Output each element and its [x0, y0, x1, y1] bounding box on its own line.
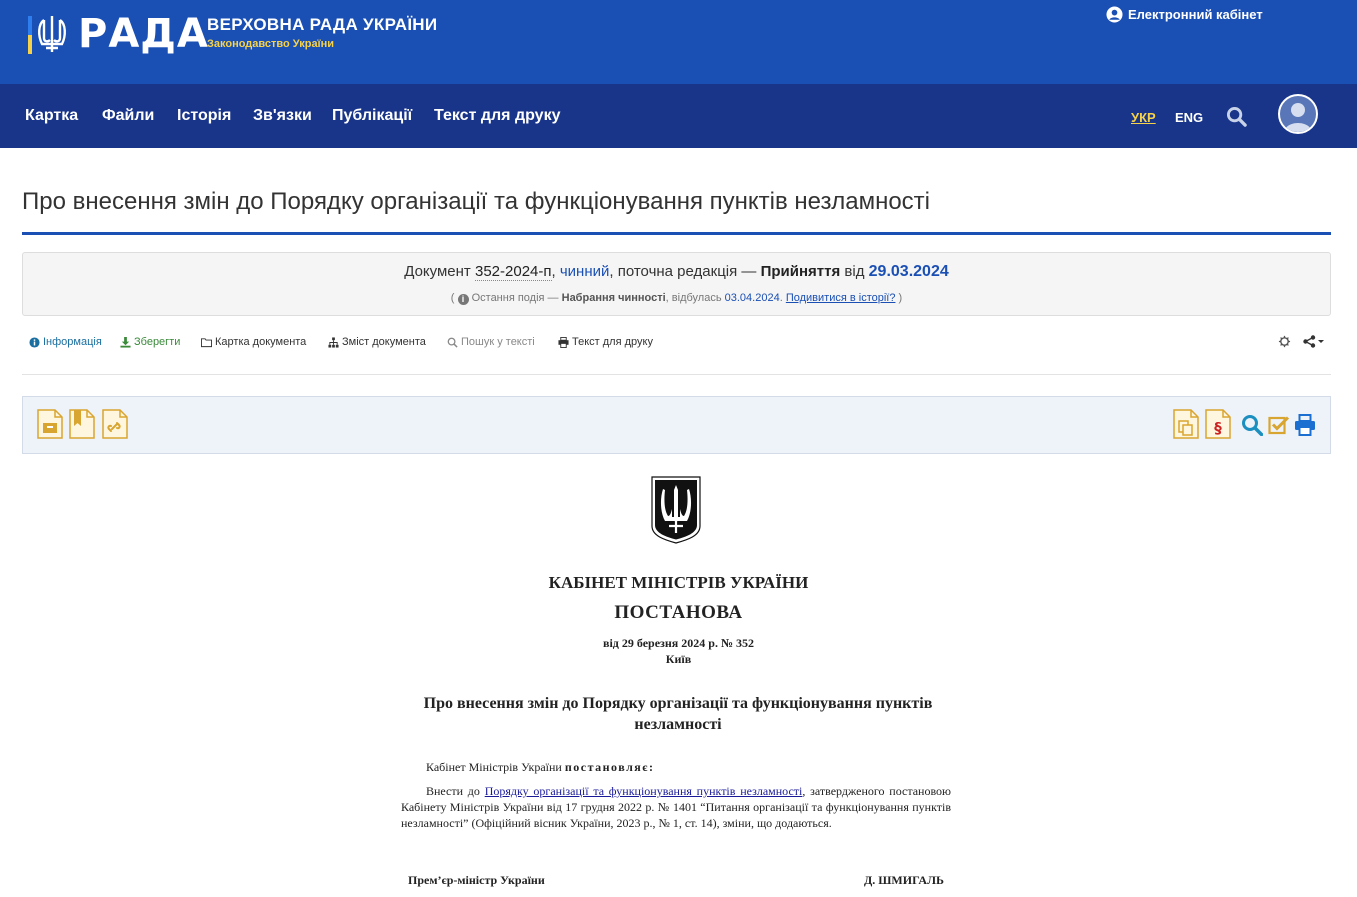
doc-edition: поточна редакція — [617, 263, 738, 280]
history-link[interactable]: Подивитися в історії? — [786, 292, 896, 304]
signatory-name: Д. ШМИГАЛЬ — [864, 873, 944, 887]
nav-item-card[interactable]: Картка — [25, 107, 78, 125]
e-cabinet-link[interactable]: Електронний кабінет — [1106, 5, 1263, 23]
search-icon[interactable] — [1226, 106, 1247, 127]
print-text-label: Текст для друку — [572, 336, 653, 348]
print-text-button[interactable]: Текст для друку — [558, 336, 653, 348]
search-icon[interactable] — [1241, 414, 1263, 436]
save-label: Зберегти — [134, 336, 181, 348]
document-status-box: Документ 352-2024-п, чинний, поточна ред… — [22, 252, 1331, 316]
download-icon — [120, 336, 131, 348]
doc-paragraph-2-before: Внести до — [426, 784, 480, 798]
doc-from-label: від — [844, 263, 865, 280]
doc-decides: постановляє: — [564, 760, 655, 774]
site-logo-text[interactable]: РАДА — [78, 10, 209, 58]
doc-paragraph-1-text: Кабінет Міністрів України — [426, 760, 562, 774]
trident-logo-icon[interactable] — [28, 14, 72, 56]
doc-issuer: КАБІНЕТ МІНІСТРІВ УКРАЇНИ — [548, 573, 809, 592]
doc-paragraph-1: Кабінет Міністрів України постановляє: — [426, 760, 654, 775]
nav-item-publications[interactable]: Публікації — [332, 107, 412, 125]
doc-adoption-label: Прийняття — [760, 263, 841, 280]
document-status-line: Документ 352-2024-п, чинний, поточна ред… — [404, 263, 949, 281]
last-event-label: Остання подія — [471, 292, 545, 304]
document-toolbar: Інформація Зберегти Картка документа Змі… — [22, 330, 1331, 375]
doc-card-label: Картка документа — [215, 336, 307, 348]
save-button[interactable]: Зберегти — [120, 336, 180, 348]
title-divider — [22, 232, 1331, 235]
nav-item-files[interactable]: Файли — [102, 107, 154, 125]
bookmark-doc-icon[interactable] — [69, 409, 95, 439]
paragraph-doc-icon[interactable]: § — [1205, 409, 1231, 439]
site-header: РАДА ВЕРХОВНА РАДА УКРАЇНИ Законодавство… — [0, 0, 1357, 84]
procedure-link[interactable]: Порядку організації та функціонування пу… — [485, 784, 803, 798]
doc-state[interactable]: чинний — [560, 263, 610, 280]
folder-icon — [201, 337, 212, 347]
main-nav: Картка Файли Історія Зв'язки Публікації … — [0, 84, 1357, 148]
doc-date[interactable]: 29.03.2024 — [869, 263, 949, 280]
doc-card-button[interactable]: Картка документа — [201, 336, 306, 348]
check-icon[interactable] — [1268, 414, 1290, 436]
signatory-position: Прем’єр-міністр України — [408, 873, 545, 887]
info-button[interactable]: Інформація — [29, 336, 102, 348]
lang-eng-link[interactable]: ENG — [1175, 110, 1203, 125]
nav-item-history[interactable]: Історія — [177, 107, 231, 125]
doc-label: Документ — [404, 263, 471, 280]
info-icon — [29, 336, 40, 348]
share-icon[interactable] — [1303, 335, 1325, 348]
lang-ukr-link[interactable]: УКР — [1131, 110, 1156, 125]
user-avatar-icon — [1284, 103, 1312, 132]
coat-of-arms-icon — [651, 476, 701, 544]
page-title: Про внесення змін до Порядку організації… — [22, 188, 930, 215]
user-circle-icon — [1106, 5, 1123, 23]
doc-paragraph-2: Внести до Порядку організації та функціо… — [401, 783, 951, 831]
last-event-date: 03.04.2024 — [724, 292, 780, 304]
search-in-text-button[interactable]: Пошук у тексті — [447, 336, 535, 348]
last-event-line: ( i Остання подія — Набрання чинності, в… — [450, 292, 903, 305]
e-cabinet-label: Електронний кабінет — [1128, 6, 1263, 22]
compare-doc-icon[interactable] — [1173, 409, 1199, 439]
settings-icon[interactable] — [1278, 335, 1291, 348]
site-subtitle[interactable]: Законодавство України — [207, 38, 334, 50]
link-doc-icon[interactable] — [102, 409, 128, 439]
nav-item-relations[interactable]: Зв'язки — [253, 107, 312, 125]
archive-doc-icon[interactable] — [37, 409, 63, 439]
doc-number[interactable]: 352-2024-п — [474, 263, 552, 281]
print-icon — [558, 336, 569, 348]
last-event-value: Набрання чинності — [561, 292, 666, 304]
doc-contents-button[interactable]: Зміст документа — [328, 336, 426, 348]
doc-date-line: від 29 березня 2024 р. № 352 — [602, 636, 754, 650]
user-avatar-button[interactable] — [1278, 94, 1318, 134]
doc-type: ПОСТАНОВА — [614, 602, 743, 623]
svg-text:§: § — [1214, 419, 1222, 437]
sitemap-icon — [328, 336, 339, 348]
print-icon[interactable] — [1294, 414, 1316, 436]
doc-title: Про внесення змін до Порядку організації… — [423, 695, 933, 733]
site-title[interactable]: ВЕРХОВНА РАДА УКРАЇНИ — [207, 15, 437, 35]
occurred-label: відбулась — [671, 292, 722, 304]
document-icon-panel: § — [22, 396, 1331, 454]
nav-item-print-text[interactable]: Текст для друку — [434, 107, 560, 125]
search-icon — [447, 337, 458, 348]
doc-contents-label: Зміст документа — [342, 336, 426, 348]
info-label: Інформація — [43, 336, 102, 348]
info-icon: i — [457, 294, 469, 305]
doc-city: Київ — [665, 652, 692, 666]
search-in-text-label: Пошук у тексті — [461, 336, 535, 348]
